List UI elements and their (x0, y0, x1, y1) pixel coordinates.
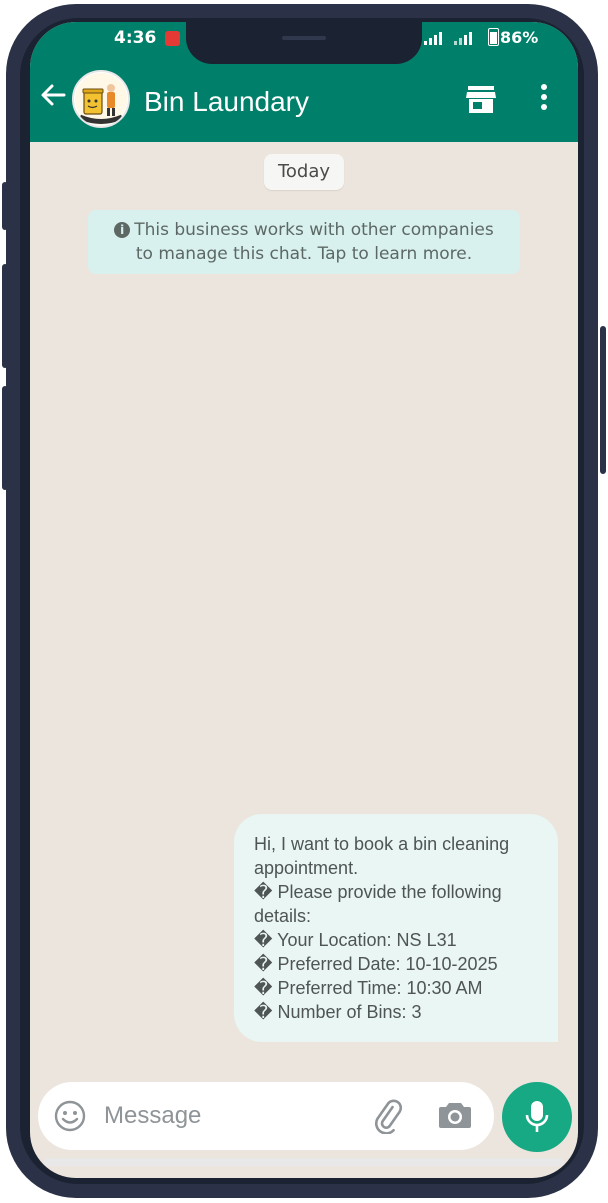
power-button (600, 326, 606, 474)
camera-icon[interactable] (438, 1100, 472, 1134)
notification-icon (165, 31, 180, 46)
message-line: Hi, I want to book a bin cleaning (254, 834, 510, 854)
message-line: appointment. (254, 858, 359, 878)
message-line: � Your Location: NS L31 (254, 930, 457, 950)
back-arrow-icon[interactable] (38, 80, 68, 110)
mic-icon (525, 1099, 549, 1139)
battery-icon (488, 28, 499, 46)
chat-header: 4:36 86% Bin Laundary (30, 22, 578, 142)
signal-icon (424, 31, 446, 45)
more-vert-icon[interactable] (540, 84, 548, 112)
notch (186, 22, 422, 64)
notice-line-1: This business works with other companies (134, 220, 494, 240)
battery-level: 86% (500, 28, 539, 47)
message-composer[interactable]: Message (38, 1082, 494, 1150)
chat-title[interactable]: Bin Laundary (144, 86, 309, 118)
mic-button[interactable] (502, 1082, 572, 1152)
phone-screen: 4:36 86% Bin Laundary Today i This busin… (30, 22, 578, 1178)
bin-laundry-logo-icon[interactable] (72, 70, 130, 128)
business-notice[interactable]: i This business works with other companie… (88, 210, 520, 274)
status-time: 4:36 (114, 28, 157, 48)
message-line: � Please provide the following (254, 882, 502, 902)
message-input[interactable]: Message (104, 1102, 201, 1130)
outgoing-message-bubble[interactable]: Hi, I want to book a bin cleaning appoin… (234, 814, 558, 1042)
signal-icon-2 (454, 31, 476, 45)
emoji-icon[interactable] (54, 1100, 86, 1136)
message-line: details: (254, 906, 312, 926)
info-icon: i (114, 222, 131, 238)
message-line: � Number of Bins: 3 (254, 1002, 422, 1022)
store-icon[interactable] (466, 86, 496, 118)
notice-line-2: to manage this chat. Tap to learn more. (135, 244, 473, 264)
volume-down-button (2, 386, 8, 490)
date-chip: Today (264, 154, 344, 190)
paperclip-icon[interactable] (370, 1098, 406, 1138)
home-indicator (44, 1158, 564, 1166)
message-line: � Preferred Time: 10:30 AM (254, 978, 483, 998)
message-line: � Preferred Date: 10-10-2025 (254, 954, 498, 974)
volume-up-button (2, 264, 8, 368)
volume-button-left (2, 182, 8, 230)
